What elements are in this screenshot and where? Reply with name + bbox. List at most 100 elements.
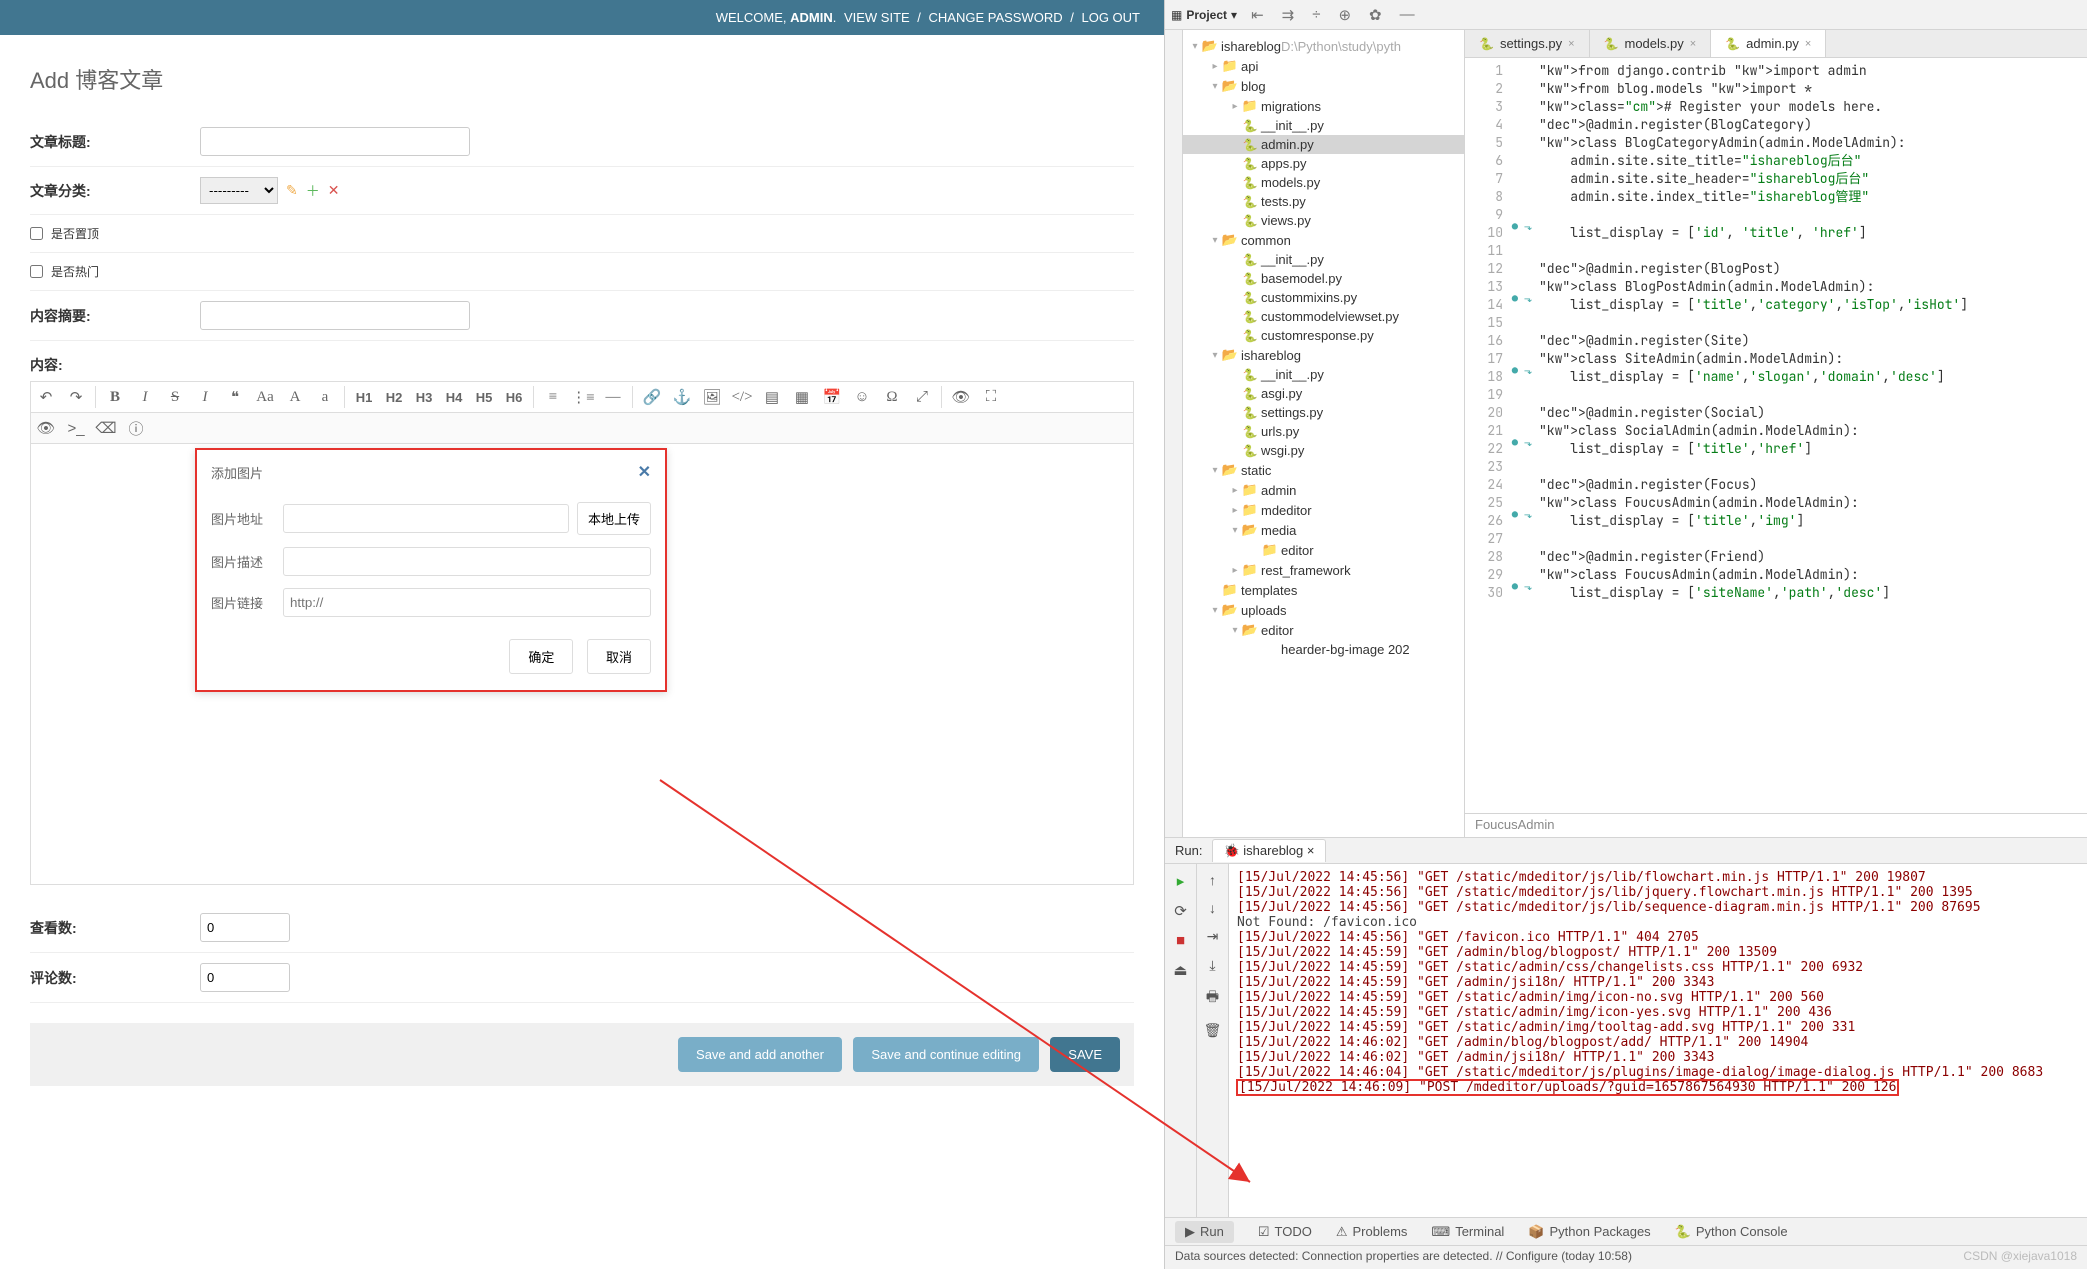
input-image-url[interactable] — [283, 504, 569, 533]
tree-node[interactable]: ▸migrations — [1183, 96, 1464, 116]
softwrap-icon[interactable]: ⇥ — [1207, 928, 1219, 945]
tree-node[interactable]: ▾static — [1183, 460, 1464, 480]
tree-node[interactable]: ▾uploads — [1183, 600, 1464, 620]
tree-node[interactable]: wsgi.py — [1183, 441, 1464, 460]
anchor-icon[interactable]: ⚓ — [667, 382, 697, 412]
h1-button[interactable]: H1 — [349, 382, 379, 412]
tree-node[interactable]: ▾editor — [1183, 620, 1464, 640]
view-site-link[interactable]: VIEW SITE — [844, 10, 910, 25]
tree-node[interactable]: __init__.py — [1183, 250, 1464, 269]
bottom-tab[interactable]: ⚠Problems — [1336, 1224, 1408, 1240]
undo-icon[interactable]: ↶ — [31, 382, 61, 412]
input-image-link[interactable] — [283, 588, 651, 617]
fullscreen-icon[interactable]: ⛶ — [976, 382, 1006, 412]
tree-node[interactable]: custommodelviewset.py — [1183, 307, 1464, 326]
divide-icon[interactable]: ÷ — [1308, 6, 1324, 23]
source-code[interactable]: "kw">from django.contrib "kw">import adm… — [1533, 58, 2087, 813]
save-continue-button[interactable]: Save and continue editing — [853, 1037, 1039, 1072]
tree-node[interactable]: ▾ishareblog — [1183, 345, 1464, 365]
save-button[interactable]: SAVE — [1050, 1037, 1120, 1072]
tree-node[interactable]: admin.py — [1183, 135, 1464, 154]
link-icon[interactable]: 🔗 — [637, 382, 667, 412]
list-ol-icon[interactable]: ⋮≡ — [568, 382, 598, 412]
input-views[interactable] — [200, 913, 290, 942]
h4-button[interactable]: H4 — [439, 382, 469, 412]
font-up-icon[interactable]: A — [280, 382, 310, 412]
tree-node[interactable]: hearder-bg-image 202 — [1183, 640, 1464, 659]
tree-node[interactable]: ▾common — [1183, 230, 1464, 250]
image-icon[interactable]: 🖼 — [697, 382, 727, 412]
tree-node[interactable]: ▸mdeditor — [1183, 500, 1464, 520]
stop-icon[interactable]: ■ — [1176, 932, 1185, 949]
special-char-icon[interactable]: Ω — [877, 382, 907, 412]
tree-node[interactable]: customresponse.py — [1183, 326, 1464, 345]
scroll-down-icon[interactable]: ↓ — [1209, 900, 1216, 916]
tree-node[interactable]: __init__.py — [1183, 365, 1464, 384]
input-comments[interactable] — [200, 963, 290, 992]
locate-icon[interactable]: ⊕ — [1334, 6, 1355, 24]
bottom-tab[interactable]: 🐍Python Console — [1675, 1224, 1788, 1240]
tree-node[interactable]: ▾blog — [1183, 76, 1464, 96]
change-password-link[interactable]: CHANGE PASSWORD — [929, 10, 1063, 25]
tree-node[interactable]: ▸admin — [1183, 480, 1464, 500]
clear-icon[interactable]: ⌫ — [91, 413, 121, 443]
editor-tab[interactable]: settings.py× — [1465, 30, 1590, 57]
tree-node[interactable]: urls.py — [1183, 422, 1464, 441]
tree-node[interactable]: models.py — [1183, 173, 1464, 192]
close-icon[interactable]: ✕ — [638, 462, 651, 482]
project-selector[interactable]: ▦ Project ▾ — [1171, 8, 1237, 22]
h6-button[interactable]: H6 — [499, 382, 529, 412]
redo-icon[interactable]: ↷ — [61, 382, 91, 412]
tree-node[interactable]: editor — [1183, 540, 1464, 560]
tree-node[interactable]: __init__.py — [1183, 116, 1464, 135]
tree-node[interactable]: asgi.py — [1183, 384, 1464, 403]
terminal-icon[interactable]: >_ — [61, 413, 91, 443]
print-icon[interactable]: 🖶 — [1206, 986, 1219, 1010]
h5-button[interactable]: H5 — [469, 382, 499, 412]
tree-node[interactable]: tests.py — [1183, 192, 1464, 211]
add-icon[interactable]: ＋ — [306, 181, 320, 201]
input-summary[interactable] — [200, 301, 470, 330]
hide-icon[interactable]: — — [1396, 6, 1419, 23]
breadcrumb[interactable]: FoucusAdmin — [1465, 813, 2087, 837]
run-config-tab[interactable]: 🐞 ishareblog × — [1212, 839, 1325, 862]
scroll-end-icon[interactable]: ⤓ — [1209, 957, 1215, 974]
edit-icon[interactable]: ✎ — [286, 182, 298, 199]
h2-button[interactable]: H2 — [379, 382, 409, 412]
watch-icon[interactable]: 👁 — [31, 413, 61, 443]
hr-icon[interactable]: — — [598, 382, 628, 412]
ok-button[interactable]: 确定 — [509, 639, 573, 674]
bold-icon[interactable]: B — [100, 382, 130, 412]
console-output[interactable]: [15/Jul/2022 14:45:56] "GET /static/mded… — [1229, 864, 2087, 1217]
trash-icon[interactable]: 🗑 — [1204, 1022, 1222, 1039]
exit-icon[interactable]: ⏏ — [1173, 961, 1187, 979]
project-tree[interactable]: ▾ishareblog D:\Python\study\pyth▸api▾blo… — [1183, 30, 1465, 837]
italic2-icon[interactable]: I — [190, 382, 220, 412]
bottom-tab[interactable]: ☑TODO — [1258, 1224, 1312, 1240]
strike-icon[interactable]: S — [160, 382, 190, 412]
table-icon[interactable]: ▦ — [787, 382, 817, 412]
delete-icon[interactable]: ✕ — [328, 182, 340, 199]
tree-node[interactable]: ▾ishareblog D:\Python\study\pyth — [1183, 36, 1464, 56]
cancel-button[interactable]: 取消 — [587, 639, 651, 674]
tree-node[interactable]: apps.py — [1183, 154, 1464, 173]
tree-node[interactable]: templates — [1183, 580, 1464, 600]
code-icon[interactable]: </> — [727, 382, 757, 412]
tree-node[interactable]: custommixins.py — [1183, 288, 1464, 307]
tree-node[interactable]: basemodel.py — [1183, 269, 1464, 288]
local-upload-button[interactable]: 本地上传 — [577, 502, 651, 535]
logout-link[interactable]: LOG OUT — [1081, 10, 1140, 25]
pagebreak-icon[interactable]: ⤢ — [907, 382, 937, 412]
font-down-icon[interactable]: a — [310, 382, 340, 412]
tree-node[interactable]: ▸api — [1183, 56, 1464, 76]
h3-button[interactable]: H3 — [409, 382, 439, 412]
expand-icon[interactable]: ⇉ — [1278, 6, 1299, 24]
preview-icon[interactable]: 👁 — [946, 382, 976, 412]
list-ul-icon[interactable]: ≡ — [538, 382, 568, 412]
rerun-icon[interactable]: ▸ — [1177, 872, 1185, 890]
checkbox-istop[interactable] — [30, 227, 43, 240]
editor-tab[interactable]: models.py× — [1590, 30, 1712, 57]
bottom-tab[interactable]: 📦Python Packages — [1528, 1224, 1650, 1240]
bottom-tab[interactable]: ▶Run — [1175, 1221, 1234, 1243]
tree-node[interactable]: ▸rest_framework — [1183, 560, 1464, 580]
